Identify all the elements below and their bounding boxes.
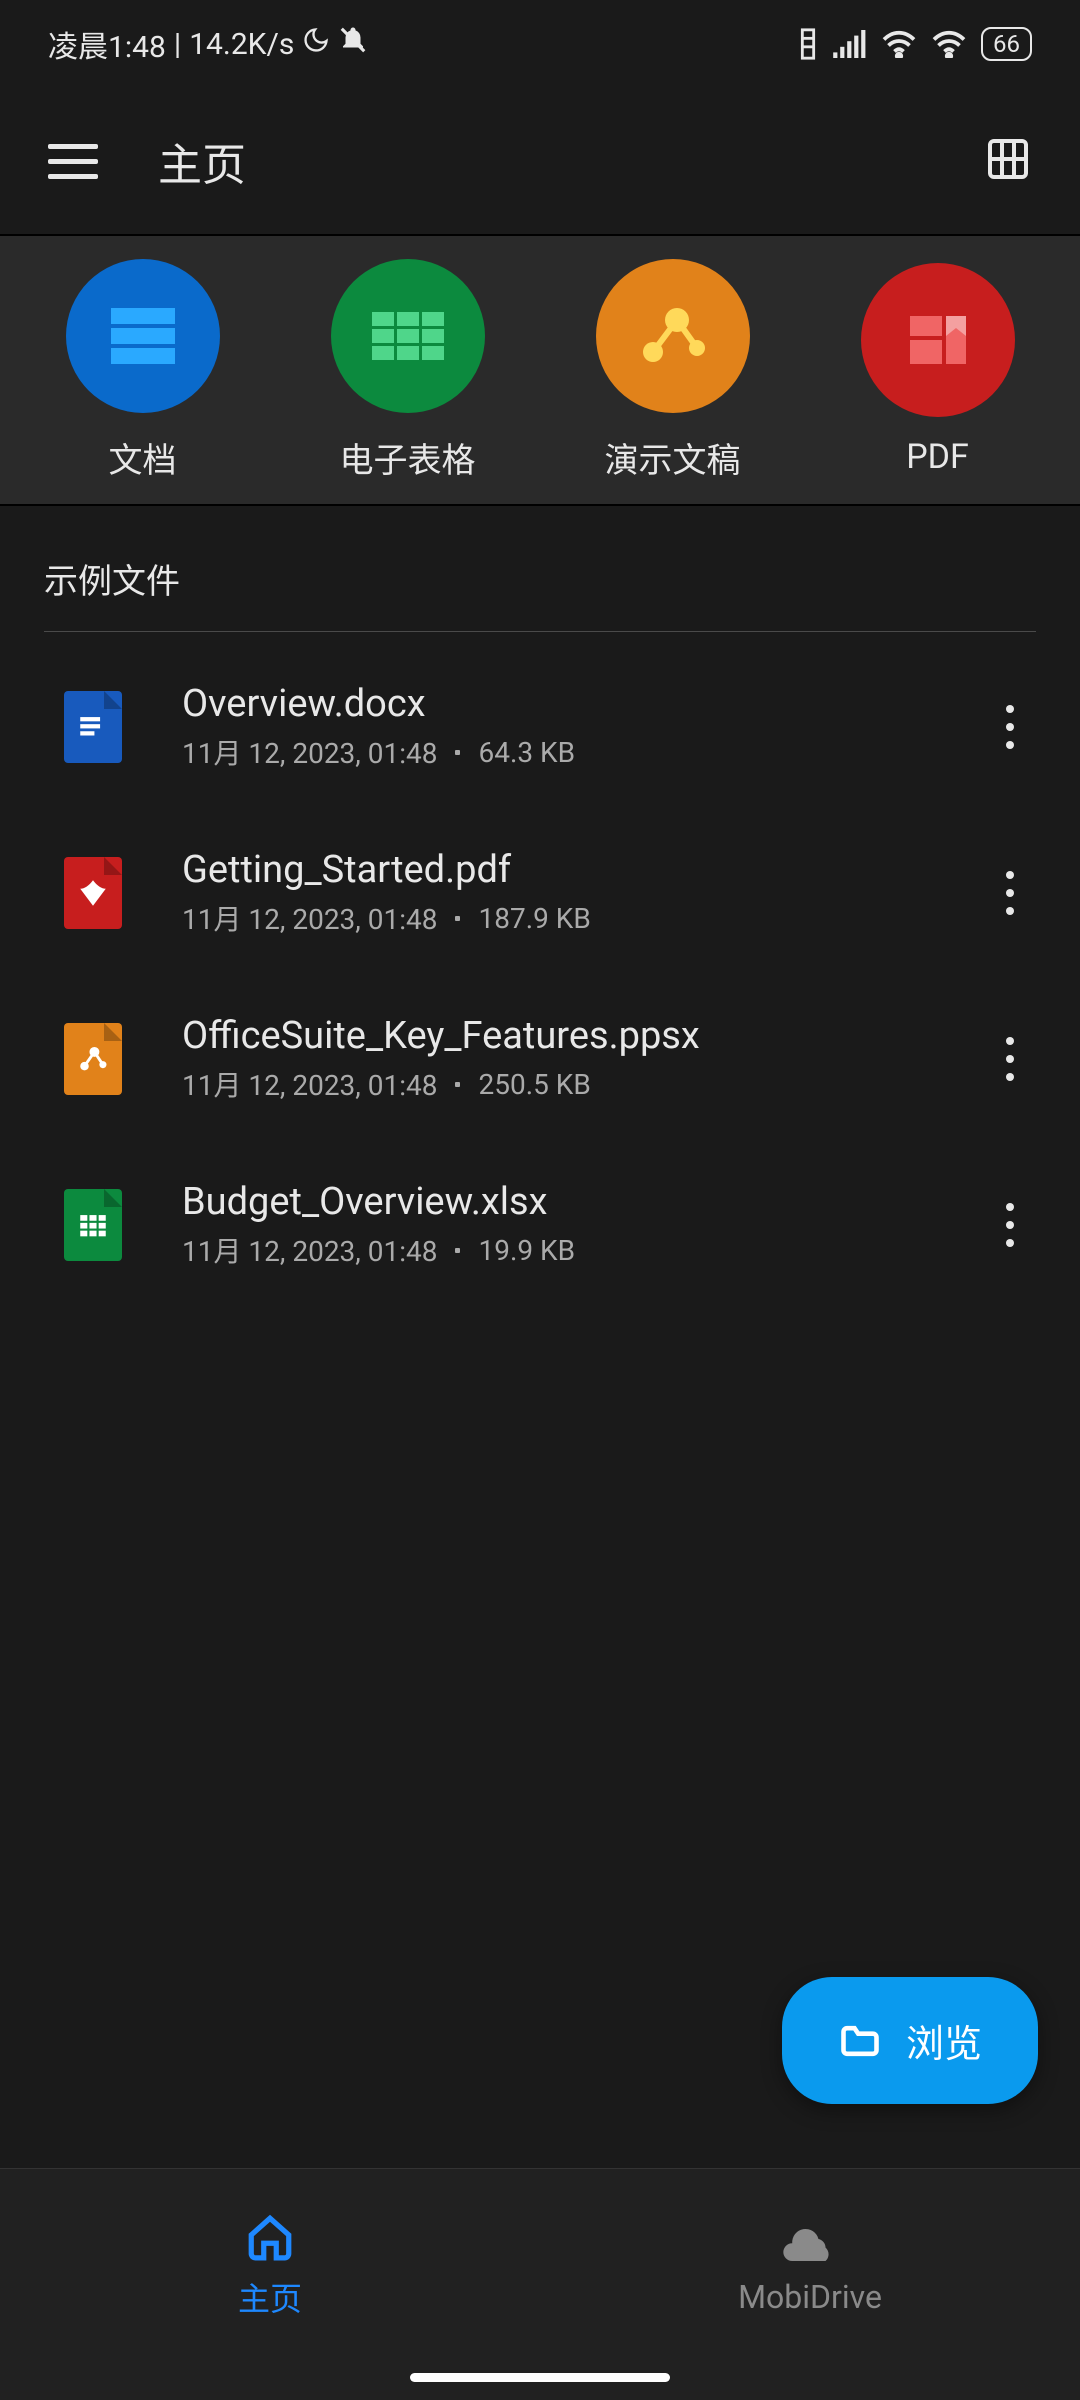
category-documents[interactable]: 文档 xyxy=(66,259,220,482)
status-right: 66 xyxy=(797,27,1032,61)
file-date: 11月 12, 2023, 01:48 xyxy=(182,898,437,938)
category-presentations[interactable]: 演示文稿 xyxy=(596,259,750,482)
file-meta: Overview.docx 11月 12, 2023, 01:48 64.3 K… xyxy=(182,682,990,772)
pdf-file-icon xyxy=(64,857,122,929)
document-icon xyxy=(66,259,220,413)
category-label: 文档 xyxy=(109,433,177,482)
menu-button[interactable] xyxy=(48,136,98,186)
file-size: 64.3 KB xyxy=(478,736,575,769)
nav-home[interactable]: 主页 xyxy=(0,2169,540,2400)
status-left: 凌晨1:48 | 14.2K/s xyxy=(48,22,368,66)
file-date: 11月 12, 2023, 01:48 xyxy=(182,1230,437,1270)
presentation-file-icon xyxy=(64,1023,122,1095)
status-bar: 凌晨1:48 | 14.2K/s 66 xyxy=(0,0,1080,88)
battery-indicator: 66 xyxy=(981,27,1032,61)
file-meta: Budget_Overview.xlsx 11月 12, 2023, 01:48… xyxy=(182,1180,990,1270)
browse-fab[interactable]: 浏览 xyxy=(782,1977,1038,2104)
category-label: PDF xyxy=(906,437,969,477)
file-item[interactable]: Budget_Overview.xlsx 11月 12, 2023, 01:48… xyxy=(0,1142,1080,1308)
app-bar: 主页 xyxy=(0,88,1080,236)
spreadsheet-icon xyxy=(331,259,485,413)
bottom-nav: 主页 MobiDrive xyxy=(0,2168,1080,2400)
more-options-button[interactable] xyxy=(990,1203,1030,1247)
nav-label: 主页 xyxy=(238,2274,302,2320)
file-list: Overview.docx 11月 12, 2023, 01:48 64.3 K… xyxy=(0,632,1080,1320)
presentation-icon xyxy=(596,259,750,413)
file-item[interactable]: Getting_Started.pdf 11月 12, 2023, 01:48 … xyxy=(0,810,1080,976)
folder-icon xyxy=(838,2019,882,2063)
category-pdf[interactable]: PDF xyxy=(861,263,1015,477)
file-name: Overview.docx xyxy=(182,682,990,726)
file-name: OfficeSuite_Key_Features.ppsx xyxy=(182,1014,990,1058)
file-name: Budget_Overview.xlsx xyxy=(182,1180,990,1224)
fab-label: 浏览 xyxy=(906,2013,982,2068)
file-size: 187.9 KB xyxy=(478,902,590,935)
file-size: 19.9 KB xyxy=(478,1234,575,1267)
category-row: 文档 电子表格 演示文稿 xyxy=(0,236,1080,506)
page-title: 主页 xyxy=(158,129,246,193)
status-time: 凌晨1:48 xyxy=(48,22,166,66)
signal-icon xyxy=(833,30,867,58)
docx-icon xyxy=(64,691,122,763)
mute-icon xyxy=(338,25,368,63)
pdf-icon xyxy=(861,263,1015,417)
file-name: Getting_Started.pdf xyxy=(182,848,990,892)
home-indicator[interactable] xyxy=(410,2373,670,2382)
wifi-icon xyxy=(881,30,917,58)
category-label: 电子表格 xyxy=(340,433,476,482)
file-item[interactable]: Overview.docx 11月 12, 2023, 01:48 64.3 K… xyxy=(0,644,1080,810)
wifi-icon-2 xyxy=(931,30,967,58)
more-options-button[interactable] xyxy=(990,871,1030,915)
moon-icon xyxy=(302,26,330,62)
more-options-button[interactable] xyxy=(990,1037,1030,1081)
file-date: 11月 12, 2023, 01:48 xyxy=(182,1064,437,1104)
file-meta: Getting_Started.pdf 11月 12, 2023, 01:48 … xyxy=(182,848,990,938)
section-header: 示例文件 xyxy=(0,506,1080,631)
more-options-button[interactable] xyxy=(990,705,1030,749)
nav-mobidrive[interactable]: MobiDrive xyxy=(540,2169,1080,2400)
cloud-icon xyxy=(783,2214,837,2268)
grid-view-button[interactable] xyxy=(984,135,1032,187)
spreadsheet-file-icon xyxy=(64,1189,122,1261)
nav-label: MobiDrive xyxy=(738,2278,882,2316)
status-speed: 14.2K/s xyxy=(189,27,294,62)
file-size: 250.5 KB xyxy=(478,1068,590,1101)
file-meta: OfficeSuite_Key_Features.ppsx 11月 12, 20… xyxy=(182,1014,990,1104)
misc-icon xyxy=(797,27,819,61)
file-date: 11月 12, 2023, 01:48 xyxy=(182,732,437,772)
category-spreadsheets[interactable]: 电子表格 xyxy=(331,259,485,482)
home-icon xyxy=(243,2210,297,2264)
file-item[interactable]: OfficeSuite_Key_Features.ppsx 11月 12, 20… xyxy=(0,976,1080,1142)
category-label: 演示文稿 xyxy=(605,433,741,482)
